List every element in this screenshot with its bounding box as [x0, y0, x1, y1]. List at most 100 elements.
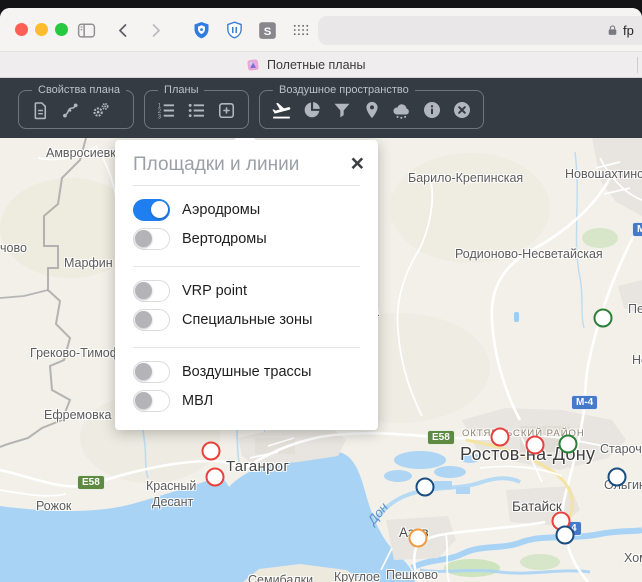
toggle-row: Вертодромы: [133, 227, 360, 251]
layer-toggle-label: Воздушные трассы: [182, 364, 311, 380]
tab-favicon: [245, 57, 260, 72]
airfield-marker-green[interactable]: [559, 435, 578, 454]
extension-pause-shield-icon[interactable]: [221, 17, 247, 43]
map-label: Семибалки: [248, 573, 313, 582]
map-label: Таганрог: [226, 458, 289, 475]
panel-title: Площадки и линии: [133, 154, 299, 176]
extension-shield-icon[interactable]: [188, 17, 214, 43]
tab-title: Полетные планы: [267, 58, 365, 72]
svg-text:S: S: [263, 25, 271, 37]
lock-icon: [606, 24, 619, 37]
map-label: Пешково: [386, 568, 438, 582]
browser-window: S fp Полетные планы Свойств: [0, 0, 642, 582]
toggle-row: МВЛ: [133, 389, 360, 413]
forward-icon[interactable]: [142, 17, 168, 43]
extensions-grid-icon[interactable]: [288, 17, 314, 43]
airfield-marker-blue[interactable]: [556, 526, 575, 545]
url-text: fp: [623, 23, 634, 38]
layer-toggle-switch[interactable]: [133, 228, 170, 250]
document-icon[interactable]: [26, 97, 55, 123]
close-window-button[interactable]: [15, 23, 28, 36]
layer-toggle-label: Вертодромы: [182, 231, 267, 247]
toolbar-group: Свойства плана: [18, 84, 134, 129]
tab-divider: [637, 57, 638, 73]
airfield-marker-green[interactable]: [594, 309, 613, 328]
gears-icon[interactable]: [86, 97, 115, 123]
toolbar-group: Планы123: [144, 84, 249, 129]
map-label: Хомутовская: [624, 551, 642, 565]
minimize-window-button[interactable]: [35, 23, 48, 36]
close-icon[interactable]: ×: [351, 154, 364, 172]
airfield-marker-blue[interactable]: [416, 478, 435, 497]
browser-chrome: S fp: [0, 8, 642, 52]
airfield-marker-red[interactable]: [491, 428, 510, 447]
tab-poletnye-plany[interactable]: Полетные планы: [246, 52, 365, 78]
layer-toggle-switch[interactable]: [133, 280, 170, 302]
pie-chart-icon[interactable]: [297, 97, 326, 123]
toggle-row: Специальные зоны: [133, 308, 360, 332]
map-label: Батайск: [512, 499, 562, 514]
layer-toggle-label: Специальные зоны: [182, 312, 312, 328]
layer-toggle-switch[interactable]: [133, 309, 170, 331]
zoom-window-button[interactable]: [55, 23, 68, 36]
toolbar-group-label: Свойства плана: [32, 84, 126, 96]
layer-toggle-label: VRP point: [182, 283, 247, 299]
airplane-takeoff-icon[interactable]: [267, 97, 296, 123]
weather-cloud-icon[interactable]: [387, 97, 416, 123]
map-label: Пе: [628, 302, 642, 316]
map-label: Барило-Крепинская: [408, 171, 523, 185]
map-label: Греково-Тимоф: [30, 346, 120, 360]
airfield-marker-orange[interactable]: [409, 529, 428, 548]
map-pin-icon[interactable]: [357, 97, 386, 123]
add-plan-icon[interactable]: [212, 97, 241, 123]
map-label: Родионово-Несветайская: [455, 247, 603, 261]
map-label: Старочеркасская: [600, 442, 642, 456]
route-icon[interactable]: [56, 97, 85, 123]
toggle-row: Воздушные трассы: [133, 360, 360, 384]
map-canvas[interactable]: Амвросиевк чово Марфин Греково-Тимоф Ефремов…: [0, 138, 642, 582]
airfield-marker-red[interactable]: [202, 442, 221, 461]
map-label: Десант: [152, 495, 193, 509]
window-surface: S fp Полетные планы Свойств: [0, 8, 642, 582]
map-label: чово: [0, 241, 27, 255]
panel-header: Площадки и линии ×: [115, 140, 378, 185]
road-badge: E58: [77, 475, 105, 490]
map-label: Рожок: [36, 499, 71, 513]
layer-toggle-switch[interactable]: [133, 390, 170, 412]
map-label: Новошахтинск: [565, 167, 642, 181]
url-bar[interactable]: fp: [318, 16, 642, 45]
app-toolbar: Свойства плана Планы123 Воздушное простран…: [0, 78, 642, 138]
back-icon[interactable]: [110, 17, 136, 43]
sidebar-toggle-icon[interactable]: [73, 17, 99, 43]
road-badge: E58: [427, 430, 455, 445]
panel-body: Аэродромы Вертодромы VRP point Специальные …: [115, 186, 378, 428]
toolbar-group-label: Планы: [158, 84, 204, 96]
map-label: Марфин: [64, 256, 113, 270]
svg-text:3: 3: [158, 114, 162, 120]
toggle-row: Аэродромы: [133, 198, 360, 222]
layer-toggle-switch[interactable]: [133, 199, 170, 221]
close-circle-icon[interactable]: [447, 97, 476, 123]
airfield-marker-red[interactable]: [206, 468, 225, 487]
map-label: Ефремовка: [44, 408, 111, 422]
map-label: Амвросиевк: [46, 146, 116, 160]
toggle-row: VRP point: [133, 279, 360, 303]
toolbar-group: Воздушное пространство: [259, 84, 484, 129]
layer-toggle-switch[interactable]: [133, 361, 170, 383]
layers-panel: Площадки и линии × Аэродромы Вертодромы VR…: [115, 140, 378, 430]
map-label: Красный: [146, 479, 196, 493]
map-label: Но: [632, 353, 642, 367]
map-label: Круглое: [334, 570, 380, 582]
tab-bar: Полетные планы: [0, 52, 642, 78]
toolbar-group-label: Воздушное пространство: [273, 84, 415, 96]
airfield-marker-red[interactable]: [526, 436, 545, 455]
bullet-list-icon[interactable]: [182, 97, 211, 123]
road-badge: М-4: [632, 222, 642, 237]
layer-toggle-label: МВЛ: [182, 393, 213, 409]
numbered-list-icon[interactable]: 123: [152, 97, 181, 123]
airfield-marker-blue[interactable]: [608, 468, 627, 487]
info-icon[interactable]: [417, 97, 446, 123]
filter-icon[interactable]: [327, 97, 356, 123]
layer-toggle-label: Аэродромы: [182, 202, 260, 218]
extension-s-icon[interactable]: S: [254, 17, 280, 43]
